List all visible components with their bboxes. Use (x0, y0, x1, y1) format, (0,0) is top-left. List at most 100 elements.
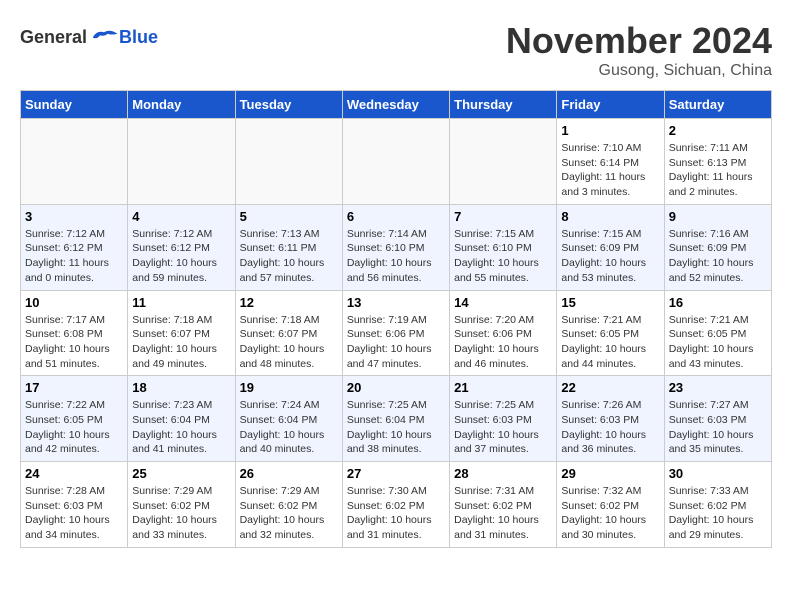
table-row: 24Sunrise: 7:28 AMSunset: 6:03 PMDayligh… (21, 462, 128, 548)
day-number: 7 (454, 209, 552, 224)
calendar-table: Sunday Monday Tuesday Wednesday Thursday… (20, 90, 772, 548)
table-row: 22 Sunrise: 7:26 AMSunset: 6:03 PMDayligh… (557, 376, 664, 462)
table-row: 6 Sunrise: 7:14 AMSunset: 6:10 PMDaylight… (342, 204, 449, 290)
day-info: Sunrise: 7:31 AMSunset: 6:02 PMDaylight:… (454, 484, 552, 543)
table-row: 29Sunrise: 7:32 AMSunset: 6:02 PMDayligh… (557, 462, 664, 548)
table-row: 21Sunrise: 7:25 AMSunset: 6:03 PMDayligh… (450, 376, 557, 462)
day-info: Sunrise: 7:10 AMSunset: 6:14 PMDaylight:… (561, 141, 659, 200)
logo: General Blue (20, 25, 158, 50)
title-section: November 2024 Gusong, Sichuan, China (506, 20, 772, 80)
day-number: 22 (561, 380, 659, 395)
week-row-4: 17Sunrise: 7:22 AMSunset: 6:05 PMDayligh… (21, 376, 772, 462)
table-row: 10 Sunrise: 7:17 AMSunset: 6:08 PMDayligh… (21, 290, 128, 376)
day-number: 6 (347, 209, 445, 224)
table-row: 30Sunrise: 7:33 AMSunset: 6:02 PMDayligh… (664, 462, 771, 548)
day-number: 14 (454, 295, 552, 310)
table-row: 27 Sunrise: 7:30 AMSunset: 6:02 PMDayligh… (342, 462, 449, 548)
table-row: 17Sunrise: 7:22 AMSunset: 6:05 PMDayligh… (21, 376, 128, 462)
day-number: 28 (454, 466, 552, 481)
table-row: 14 Sunrise: 7:20 AMSunset: 6:06 PMDayligh… (450, 290, 557, 376)
day-info: Sunrise: 7:25 AMSunset: 6:03 PMDaylight:… (454, 398, 552, 457)
day-number: 5 (240, 209, 338, 224)
day-number: 23 (669, 380, 767, 395)
day-number: 9 (669, 209, 767, 224)
day-info: Sunrise: 7:22 AMSunset: 6:05 PMDaylight:… (25, 398, 123, 457)
day-info: Sunrise: 7:23 AMSunset: 6:04 PMDaylight:… (132, 398, 230, 457)
day-info: Sunrise: 7:11 AMSunset: 6:13 PMDaylight:… (669, 141, 767, 200)
day-number: 8 (561, 209, 659, 224)
week-row-1: 1 Sunrise: 7:10 AMSunset: 6:14 PMDaylight… (21, 119, 772, 205)
day-number: 3 (25, 209, 123, 224)
table-row: 11Sunrise: 7:18 AMSunset: 6:07 PMDayligh… (128, 290, 235, 376)
day-number: 1 (561, 123, 659, 138)
day-number: 18 (132, 380, 230, 395)
calendar-header-row: Sunday Monday Tuesday Wednesday Thursday… (21, 91, 772, 119)
table-row: 23 Sunrise: 7:27 AMSunset: 6:03 PMDayligh… (664, 376, 771, 462)
logo-bird-icon (89, 25, 119, 50)
day-info: Sunrise: 7:16 AMSunset: 6:09 PMDaylight:… (669, 227, 767, 286)
table-row: 18 Sunrise: 7:23 AMSunset: 6:04 PMDayligh… (128, 376, 235, 462)
day-info: Sunrise: 7:12 AMSunset: 6:12 PMDaylight:… (132, 227, 230, 286)
day-info: Sunrise: 7:25 AMSunset: 6:04 PMDaylight:… (347, 398, 445, 457)
table-row (128, 119, 235, 205)
table-row: 7 Sunrise: 7:15 AMSunset: 6:10 PMDaylight… (450, 204, 557, 290)
table-row: 5 Sunrise: 7:13 AMSunset: 6:11 PMDaylight… (235, 204, 342, 290)
day-info: Sunrise: 7:29 AMSunset: 6:02 PMDaylight:… (132, 484, 230, 543)
day-info: Sunrise: 7:29 AMSunset: 6:02 PMDaylight:… (240, 484, 338, 543)
table-row (450, 119, 557, 205)
day-info: Sunrise: 7:15 AMSunset: 6:09 PMDaylight:… (561, 227, 659, 286)
week-row-3: 10 Sunrise: 7:17 AMSunset: 6:08 PMDayligh… (21, 290, 772, 376)
header-friday: Friday (557, 91, 664, 119)
day-info: Sunrise: 7:24 AMSunset: 6:04 PMDaylight:… (240, 398, 338, 457)
day-info: Sunrise: 7:18 AMSunset: 6:07 PMDaylight:… (240, 313, 338, 372)
day-info: Sunrise: 7:18 AMSunset: 6:07 PMDaylight:… (132, 313, 230, 372)
week-row-2: 3 Sunrise: 7:12 AMSunset: 6:12 PMDaylight… (21, 204, 772, 290)
day-info: Sunrise: 7:12 AMSunset: 6:12 PMDaylight:… (25, 227, 123, 286)
logo-general: General (20, 27, 87, 48)
page-header: General Blue November 2024 Gusong, Sichu… (20, 20, 772, 80)
table-row: 3 Sunrise: 7:12 AMSunset: 6:12 PMDaylight… (21, 204, 128, 290)
table-row: 20 Sunrise: 7:25 AMSunset: 6:04 PMDayligh… (342, 376, 449, 462)
day-info: Sunrise: 7:15 AMSunset: 6:10 PMDaylight:… (454, 227, 552, 286)
day-info: Sunrise: 7:26 AMSunset: 6:03 PMDaylight:… (561, 398, 659, 457)
header-saturday: Saturday (664, 91, 771, 119)
day-info: Sunrise: 7:13 AMSunset: 6:11 PMDaylight:… (240, 227, 338, 286)
table-row: 1 Sunrise: 7:10 AMSunset: 6:14 PMDaylight… (557, 119, 664, 205)
table-row: 12 Sunrise: 7:18 AMSunset: 6:07 PMDayligh… (235, 290, 342, 376)
day-number: 25 (132, 466, 230, 481)
table-row: 28 Sunrise: 7:31 AMSunset: 6:02 PMDayligh… (450, 462, 557, 548)
table-row: 16Sunrise: 7:21 AMSunset: 6:05 PMDayligh… (664, 290, 771, 376)
header-thursday: Thursday (450, 91, 557, 119)
day-info: Sunrise: 7:17 AMSunset: 6:08 PMDaylight:… (25, 313, 123, 372)
table-row (342, 119, 449, 205)
day-info: Sunrise: 7:30 AMSunset: 6:02 PMDaylight:… (347, 484, 445, 543)
table-row: 19 Sunrise: 7:24 AMSunset: 6:04 PMDayligh… (235, 376, 342, 462)
day-number: 16 (669, 295, 767, 310)
day-number: 2 (669, 123, 767, 138)
day-info: Sunrise: 7:21 AMSunset: 6:05 PMDaylight:… (561, 313, 659, 372)
logo-blue: Blue (119, 27, 158, 48)
day-number: 13 (347, 295, 445, 310)
table-row: 25 Sunrise: 7:29 AMSunset: 6:02 PMDayligh… (128, 462, 235, 548)
header-sunday: Sunday (21, 91, 128, 119)
day-number: 20 (347, 380, 445, 395)
table-row: 8 Sunrise: 7:15 AMSunset: 6:09 PMDaylight… (557, 204, 664, 290)
table-row: 15Sunrise: 7:21 AMSunset: 6:05 PMDayligh… (557, 290, 664, 376)
calendar-subtitle: Gusong, Sichuan, China (506, 62, 772, 80)
day-number: 27 (347, 466, 445, 481)
calendar-title: November 2024 (506, 20, 772, 62)
day-info: Sunrise: 7:27 AMSunset: 6:03 PMDaylight:… (669, 398, 767, 457)
header-monday: Monday (128, 91, 235, 119)
day-info: Sunrise: 7:20 AMSunset: 6:06 PMDaylight:… (454, 313, 552, 372)
table-row: 13 Sunrise: 7:19 AMSunset: 6:06 PMDayligh… (342, 290, 449, 376)
day-info: Sunrise: 7:14 AMSunset: 6:10 PMDaylight:… (347, 227, 445, 286)
week-row-5: 24Sunrise: 7:28 AMSunset: 6:03 PMDayligh… (21, 462, 772, 548)
day-info: Sunrise: 7:19 AMSunset: 6:06 PMDaylight:… (347, 313, 445, 372)
day-number: 19 (240, 380, 338, 395)
day-number: 10 (25, 295, 123, 310)
day-number: 30 (669, 466, 767, 481)
day-info: Sunrise: 7:32 AMSunset: 6:02 PMDaylight:… (561, 484, 659, 543)
day-number: 12 (240, 295, 338, 310)
day-number: 4 (132, 209, 230, 224)
table-row: 26Sunrise: 7:29 AMSunset: 6:02 PMDayligh… (235, 462, 342, 548)
